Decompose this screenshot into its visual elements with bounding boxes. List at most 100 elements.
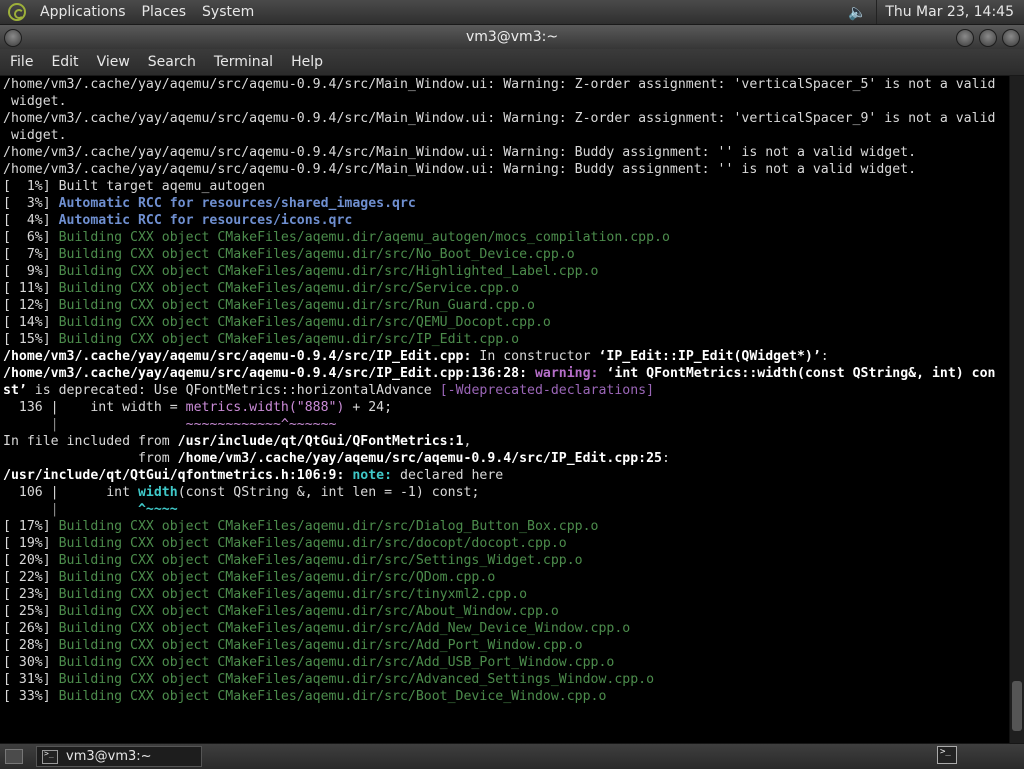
- terminal-text-segment: Building CXX object CMakeFiles/aqemu.dir…: [58, 230, 670, 245]
- menu-view[interactable]: View: [88, 54, 139, 70]
- terminal-text-segment: /usr/include/qt/QtGui/qfontmetrics.h:106…: [3, 468, 345, 483]
- terminal-text-segment: /home/vm3/.cache/yay/aqemu/src/aqemu-0.9…: [177, 451, 662, 466]
- terminal-line: | ~~~~~~~~~~~~^~~~~~~: [3, 416, 1010, 433]
- terminal-text-segment: ^~~~~: [137, 502, 178, 517]
- menu-edit[interactable]: Edit: [42, 54, 87, 70]
- menu-help[interactable]: Help: [282, 54, 332, 70]
- distro-logo-icon[interactable]: [8, 3, 26, 21]
- terminal-line: [ 15%] Building CXX object CMakeFiles/aq…: [3, 331, 1010, 348]
- terminal-text-segment: [ 14%]: [3, 315, 59, 330]
- terminal-text-segment: 136 | int width =: [3, 400, 186, 415]
- terminal-line: widget.: [3, 93, 1010, 110]
- terminal-text-segment: [ 3%]: [3, 196, 59, 211]
- volume-icon[interactable]: 🔈: [846, 2, 868, 22]
- menu-file[interactable]: File: [0, 54, 42, 70]
- terminal-line: st’ is deprecated: Use QFontMetrics::hor…: [3, 382, 1010, 399]
- terminal-text-segment: [ 19%]: [3, 536, 59, 551]
- terminal-line: In file included from /usr/include/qt/Qt…: [3, 433, 1010, 450]
- terminal-text-segment: note:: [352, 468, 393, 483]
- terminal-line: /usr/include/qt/QtGui/qfontmetrics.h:106…: [3, 467, 1010, 484]
- terminal-line: [ 6%] Building CXX object CMakeFiles/aqe…: [3, 229, 1010, 246]
- terminal-scrollbar[interactable]: [1009, 76, 1024, 743]
- terminal-text-segment: /home/vm3/.cache/yay/aqemu/src/aqemu-0.9…: [3, 145, 917, 160]
- tray-terminal-icon[interactable]: [937, 746, 957, 764]
- places-menu[interactable]: Places: [134, 4, 195, 20]
- terminal-text-segment: [ 6%]: [3, 230, 59, 245]
- menu-search[interactable]: Search: [139, 54, 205, 70]
- maximize-button[interactable]: [979, 29, 997, 47]
- terminal-line: | ^~~~~: [3, 501, 1010, 518]
- terminal-text-segment: Building CXX object CMakeFiles/aqemu.dir…: [58, 655, 615, 670]
- terminal-text-segment: Building CXX object CMakeFiles/aqemu.dir…: [58, 570, 496, 585]
- panel-clock[interactable]: Thu Mar 23, 14:45: [876, 0, 1024, 24]
- terminal-line: [ 30%] Building CXX object CMakeFiles/aq…: [3, 654, 1010, 671]
- terminal-line: widget.: [3, 127, 1010, 144]
- terminal-text-segment: [ 7%]: [3, 247, 59, 262]
- applications-menu[interactable]: Applications: [32, 4, 134, 20]
- terminal-text-segment: Building CXX object CMakeFiles/aqemu.dir…: [58, 587, 528, 602]
- window-title-bar[interactable]: vm3@vm3:~: [0, 25, 1024, 49]
- terminal-text-segment: [ 17%]: [3, 519, 59, 534]
- terminal-text-segment: /home/vm3/.cache/yay/aqemu/src/aqemu-0.9…: [3, 366, 528, 381]
- terminal-text-segment: [ 31%]: [3, 672, 59, 687]
- terminal-text-segment: [ 28%]: [3, 638, 59, 653]
- terminal-line: 106 | int width(const QString &, int len…: [3, 484, 1010, 501]
- taskbar-window-button[interactable]: vm3@vm3:~: [36, 746, 202, 767]
- terminal-line: [ 26%] Building CXX object CMakeFiles/aq…: [3, 620, 1010, 637]
- terminal-text-segment: [ 25%]: [3, 604, 59, 619]
- terminal-text-segment: Building CXX object CMakeFiles/aqemu.dir…: [58, 332, 520, 347]
- terminal-text-segment: [ 15%]: [3, 332, 59, 347]
- terminal-line: [ 19%] Building CXX object CMakeFiles/aq…: [3, 535, 1010, 552]
- terminal-text-segment: :: [661, 451, 670, 466]
- terminal-text-segment: |: [3, 417, 59, 432]
- terminal-text-segment: [-Wdeprecated-declarations]: [439, 383, 655, 398]
- terminal-line: [ 9%] Building CXX object CMakeFiles/aqe…: [3, 263, 1010, 280]
- system-menu[interactable]: System: [194, 4, 262, 20]
- terminal-line: /home/vm3/.cache/yay/aqemu/src/aqemu-0.9…: [3, 161, 1010, 178]
- terminal-text-segment: Building CXX object CMakeFiles/aqemu.dir…: [58, 247, 575, 262]
- terminal-line: [ 33%] Building CXX object CMakeFiles/aq…: [3, 688, 1010, 705]
- terminal-text: /home/vm3/.cache/yay/aqemu/src/aqemu-0.9…: [0, 76, 1010, 705]
- terminal-text-segment: [ 22%]: [3, 570, 59, 585]
- terminal-line: [ 3%] Automatic RCC for resources/shared…: [3, 195, 1010, 212]
- terminal-text-segment: ~~~~~~~~~~~~^~~~~~~: [185, 417, 337, 432]
- terminal-text-segment: /home/vm3/.cache/yay/aqemu/src/aqemu-0.9…: [3, 162, 917, 177]
- window-title: vm3@vm3:~: [465, 29, 559, 45]
- terminal-text-segment: [ 9%]: [3, 264, 59, 279]
- terminal-line: [ 11%] Building CXX object CMakeFiles/aq…: [3, 280, 1010, 297]
- close-button[interactable]: [1002, 29, 1020, 47]
- terminal-text-segment: declared here: [392, 468, 504, 483]
- terminal-text-segment: [ 11%]: [3, 281, 59, 296]
- terminal-line: [ 22%] Building CXX object CMakeFiles/aq…: [3, 569, 1010, 586]
- terminal-line: /home/vm3/.cache/yay/aqemu/src/aqemu-0.9…: [3, 110, 1010, 127]
- terminal-line: [ 20%] Building CXX object CMakeFiles/aq…: [3, 552, 1010, 569]
- menu-terminal[interactable]: Terminal: [205, 54, 282, 70]
- terminal-text-segment: Building CXX object CMakeFiles/aqemu.dir…: [58, 621, 631, 636]
- bottom-taskbar: vm3@vm3:~: [0, 743, 1024, 769]
- terminal-menu-bar: File Edit View Search Terminal Help: [0, 49, 1024, 76]
- terminal-text-segment: ,: [463, 434, 472, 449]
- terminal-text-segment: widget.: [3, 128, 67, 143]
- terminal-line: [ 25%] Building CXX object CMakeFiles/aq…: [3, 603, 1010, 620]
- top-panel: Applications Places System 🔈 Thu Mar 23,…: [0, 0, 1024, 25]
- minimize-button[interactable]: [956, 29, 974, 47]
- terminal-text-segment: ‘IP_Edit::IP_Edit(QWidget*)’: [598, 349, 821, 364]
- terminal-text-segment: [ 4%]: [3, 213, 59, 228]
- terminal-text-segment: Building CXX object CMakeFiles/aqemu.dir…: [58, 281, 520, 296]
- scrollbar-thumb[interactable]: [1012, 681, 1022, 731]
- terminal-text-segment: [ 1%] Built target aqemu_autogen: [3, 179, 266, 194]
- terminal-line: /home/vm3/.cache/yay/aqemu/src/aqemu-0.9…: [3, 76, 1010, 93]
- terminal-line: /home/vm3/.cache/yay/aqemu/src/aqemu-0.9…: [3, 365, 1010, 382]
- window-menu-button[interactable]: [4, 29, 22, 47]
- terminal-line: [ 4%] Automatic RCC for resources/icons.…: [3, 212, 1010, 229]
- terminal-line: [ 12%] Building CXX object CMakeFiles/aq…: [3, 297, 1010, 314]
- terminal-output[interactable]: /home/vm3/.cache/yay/aqemu/src/aqemu-0.9…: [0, 76, 1010, 743]
- terminal-text-segment: /home/vm3/.cache/yay/aqemu/src/aqemu-0.9…: [3, 77, 996, 92]
- show-desktop-icon[interactable]: [5, 749, 23, 764]
- terminal-text-segment: is deprecated: Use QFontMetrics::horizon…: [26, 383, 440, 398]
- terminal-text-segment: Building CXX object CMakeFiles/aqemu.dir…: [58, 689, 607, 704]
- terminal-line: /home/vm3/.cache/yay/aqemu/src/aqemu-0.9…: [3, 348, 1010, 365]
- terminal-text-segment: /home/vm3/.cache/yay/aqemu/src/aqemu-0.9…: [3, 111, 996, 126]
